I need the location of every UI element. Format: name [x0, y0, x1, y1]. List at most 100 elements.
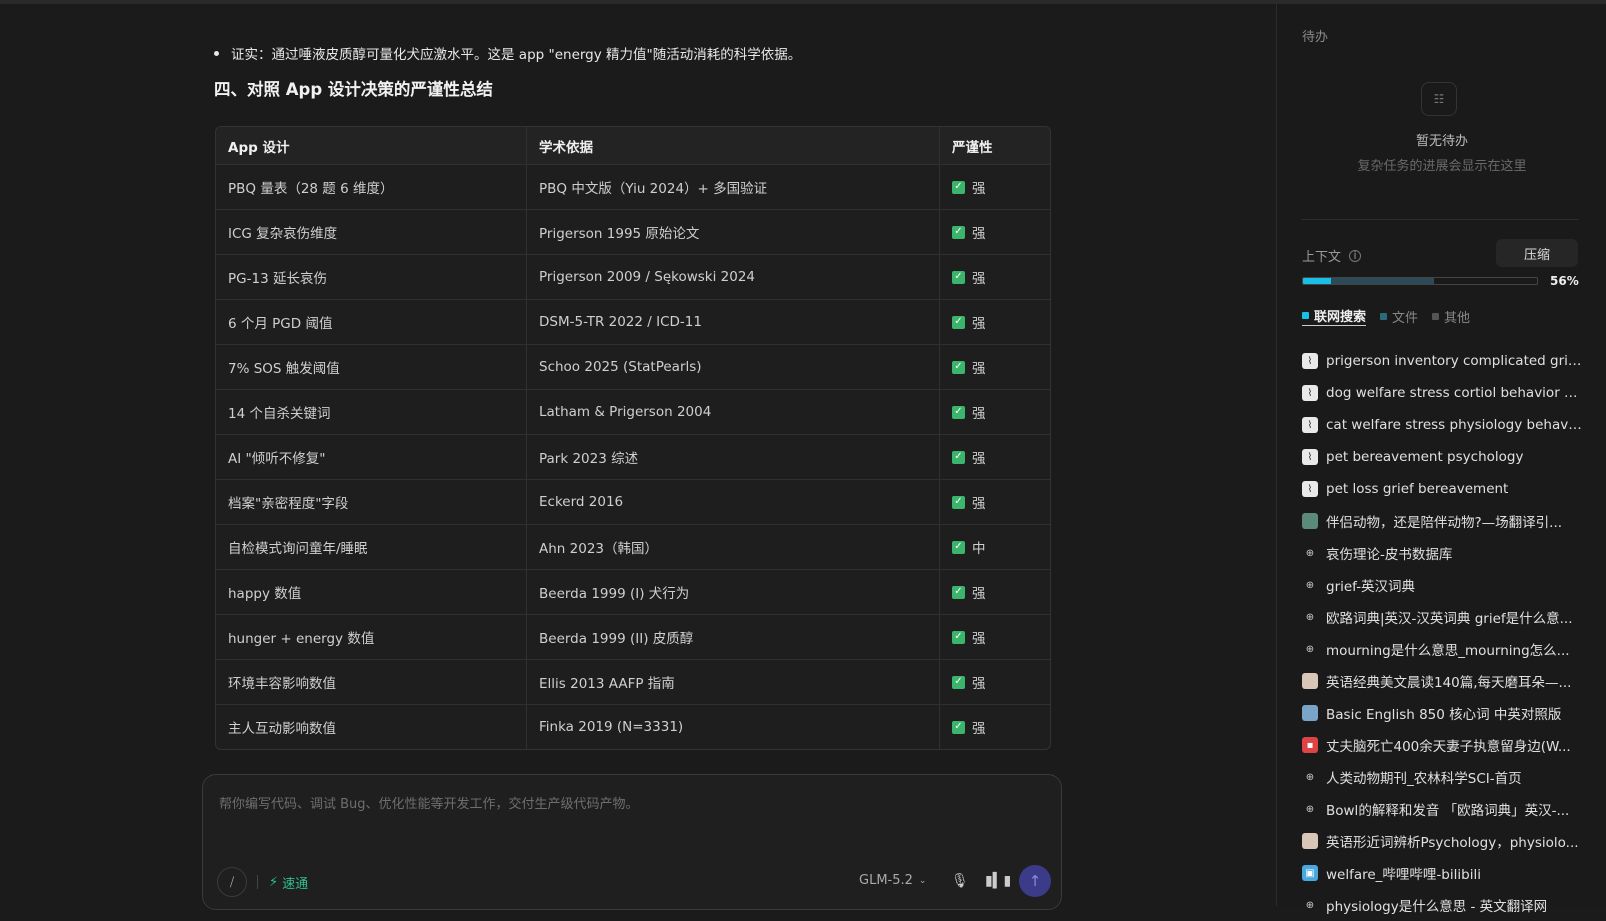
cell-academic-basis: Prigerson 2009 / Sękowski 2024 — [527, 255, 940, 299]
cell-rigor-text: 强 — [972, 496, 986, 512]
cell-app-design: 档案"亲密程度"字段 — [216, 480, 527, 524]
legend-web-search[interactable]: 联网搜索 — [1302, 306, 1367, 326]
legend-other-swatch — [1432, 312, 1440, 320]
source-title: welfare_哔哩哔哩-bilibili — [1326, 867, 1481, 883]
cell-academic-basis: Beerda 1999 (I) 犬行为 — [527, 570, 940, 614]
cell-academic-basis: Eckerd 2016 — [527, 480, 940, 524]
microphone-button[interactable]: 🎙 — [951, 873, 969, 889]
legend-files[interactable]: 文件 — [1380, 306, 1418, 326]
source-item[interactable]: Basic English 850 核心词 中英对照版 — [1302, 697, 1582, 729]
cell-rigor: ✓ 强 — [940, 300, 1050, 344]
source-item[interactable]: ⊕ mourning是什么意思_mourning怎么... — [1302, 633, 1582, 665]
speed-mode-button[interactable]: ⚡ 速通 — [269, 873, 308, 892]
usage-files-segment — [1331, 278, 1435, 284]
table-row: AI "倾听不修复" Park 2023 综述 ✓ 强 — [216, 434, 1050, 479]
source-item[interactable]: ⊕ Bowl的解释和发音 「欧路词典」英汉-... — [1302, 793, 1582, 825]
cell-academic-basis-text: Ellis 2013 AAFP 指南 — [539, 676, 675, 692]
cell-academic-basis-text: Latham & Prigerson 2004 — [539, 404, 712, 420]
legend-other[interactable]: 其他 — [1432, 306, 1470, 326]
message-composer[interactable]: 帮你编写代码、调试 Bug、优化性能等开发工作，交付生产级代码产物。 ⧸ ⚡ 速通… — [202, 774, 1062, 910]
cell-app-design-text: PBQ 量表（28 题 6 维度） — [228, 181, 394, 197]
cell-academic-basis-text: Ahn 2023（韩国） — [539, 541, 658, 557]
cell-app-design-text: 主人互动影响数值 — [228, 721, 336, 737]
source-title: pet bereavement psychology — [1326, 449, 1524, 465]
source-item[interactable]: ⊕ 欧路词典|英汉-汉英词典 grief是什么意... — [1302, 601, 1582, 633]
cell-academic-basis-text: Finka 2019 (N=3331) — [539, 719, 684, 735]
legend-files-swatch — [1380, 312, 1388, 320]
info-icon[interactable]: i — [1349, 249, 1362, 262]
cell-rigor: ✓ 强 — [940, 210, 1050, 254]
lightning-icon: ⚡ — [269, 875, 279, 890]
slash-command-button[interactable]: ⧸ — [217, 867, 247, 897]
source-item[interactable]: ⊕ 哀伤理论-皮书数据库 — [1302, 537, 1582, 569]
cell-app-design: 14 个自杀关键词 — [216, 390, 527, 434]
source-item[interactable]: ⊕ 人类动物期刊_农林科学SCI-首页 — [1302, 761, 1582, 793]
source-item[interactable]: ⊕ grief-英汉词典 — [1302, 569, 1582, 601]
source-item[interactable]: ▪ 丈夫脑死亡400余天妻子执意留身边(W... — [1302, 729, 1582, 761]
source-item[interactable]: ⌇ dog welfare stress cortiol behavior ph.… — [1302, 377, 1582, 409]
check-icon: ✓ — [952, 360, 965, 374]
table-row: 6 个月 PGD 阈值 DSM-5-TR 2022 / ICD-11 ✓ 强 — [216, 299, 1050, 344]
image-icon: ⌇ — [1302, 417, 1318, 433]
cell-academic-basis-text: Beerda 1999 (II) 皮质醇 — [539, 631, 694, 647]
composer-placeholder[interactable]: 帮你编写代码、调试 Bug、优化性能等开发工作，交付生产级代码产物。 — [219, 793, 639, 812]
slash-icon: ⧸ — [229, 874, 235, 889]
cell-app-design: 6 个月 PGD 阈值 — [216, 300, 527, 344]
image-icon: ⌇ — [1302, 353, 1318, 369]
source-title: Basic English 850 核心词 中英对照版 — [1326, 707, 1562, 723]
source-item[interactable]: ⌇ prigerson inventory complicated grief .… — [1302, 345, 1582, 377]
check-icon: ✓ — [952, 630, 965, 644]
voice-wave-button[interactable]: ▮▍▮ — [985, 873, 1011, 889]
source-title: pet loss grief bereavement — [1326, 481, 1509, 497]
todo-title: 待办 — [1302, 30, 1329, 45]
compress-button[interactable]: 压缩 — [1496, 239, 1578, 267]
source-title: 欧路词典|英汉-汉英词典 grief是什么意... — [1326, 611, 1573, 627]
source-item[interactable]: 英语经典美文晨读140篇,每天磨耳朵—... — [1302, 665, 1582, 697]
cell-academic-basis: Latham & Prigerson 2004 — [527, 390, 940, 434]
cell-app-design-text: PG-13 延长哀伤 — [228, 271, 327, 287]
cell-app-design: 环境丰容影响数值 — [216, 660, 527, 704]
cell-rigor-text: 强 — [972, 676, 986, 692]
todo-hint-text: 复杂任务的进展会显示在这里 — [1357, 159, 1527, 174]
source-title: grief-英汉词典 — [1326, 579, 1416, 595]
source-item[interactable]: ▣ welfare_哔哩哔哩-bilibili — [1302, 857, 1582, 889]
face-icon — [1302, 833, 1318, 849]
cell-academic-basis: Schoo 2025 (StatPearls) — [527, 345, 940, 389]
source-item[interactable]: ⌇ cat welfare stress physiology behavior — [1302, 409, 1582, 441]
check-icon: ✓ — [952, 270, 965, 284]
model-selector[interactable]: GLM-5.2 ⌄ — [859, 873, 926, 888]
check-icon: ✓ — [952, 495, 965, 509]
source-item[interactable]: ⊕ physiology是什么意思 - 英文翻译网 — [1302, 889, 1582, 921]
cell-app-design-text: hunger + energy 数值 — [228, 631, 375, 647]
check-icon: ✓ — [952, 675, 965, 689]
cell-academic-basis: Ahn 2023（韩国） — [527, 525, 940, 569]
source-list: ⌇ prigerson inventory complicated grief .… — [1302, 345, 1582, 921]
table-row: happy 数值 Beerda 1999 (I) 犬行为 ✓ 强 — [216, 569, 1050, 614]
bili-icon: ▣ — [1302, 865, 1318, 881]
globe-icon: ⊕ — [1305, 899, 1315, 911]
source-item[interactable]: ⌇ pet bereavement psychology — [1302, 441, 1582, 473]
source-item[interactable]: ⌇ pet loss grief bereavement — [1302, 473, 1582, 505]
context-label: 上下文 i — [1302, 246, 1362, 265]
source-title: 人类动物期刊_农林科学SCI-首页 — [1326, 771, 1522, 787]
send-button[interactable]: ↑ — [1019, 865, 1051, 897]
source-title: 英语经典美文晨读140篇,每天磨耳朵—... — [1326, 675, 1572, 691]
photo-icon — [1302, 513, 1318, 529]
globe-icon: ⊕ — [1305, 579, 1315, 591]
cell-rigor: ✓ 强 — [940, 615, 1050, 659]
cell-app-design: PBQ 量表（28 题 6 维度） — [216, 165, 527, 209]
cell-academic-basis-text: Schoo 2025 (StatPearls) — [539, 359, 702, 375]
blue-icon — [1302, 705, 1318, 721]
cell-academic-basis-text: PBQ 中文版（Yiu 2024）+ 多国验证 — [539, 181, 768, 197]
table-row: 7% SOS 触发阈值 Schoo 2025 (StatPearls) ✓ 强 — [216, 344, 1050, 389]
context-usage-bar — [1302, 277, 1538, 285]
cell-rigor: ✓ 中 — [940, 525, 1050, 569]
todo-list-icon: ☷ — [1421, 82, 1457, 116]
globe-icon: ⊕ — [1305, 771, 1315, 783]
table-row: 主人互动影响数值 Finka 2019 (N=3331) ✓ 强 — [216, 704, 1050, 749]
source-item[interactable]: 英语形近词辨析Psychology，physiolo... — [1302, 825, 1582, 857]
cell-rigor-text: 强 — [972, 181, 986, 197]
bullet-item: 证实：通过唾液皮质醇可量化犬应激水平。这是 app "energy 精力值"随活… — [214, 43, 801, 63]
cell-rigor-text: 强 — [972, 361, 986, 377]
source-item[interactable]: 伴侣动物，还是陪伴动物?—场翻译引... — [1302, 505, 1582, 537]
